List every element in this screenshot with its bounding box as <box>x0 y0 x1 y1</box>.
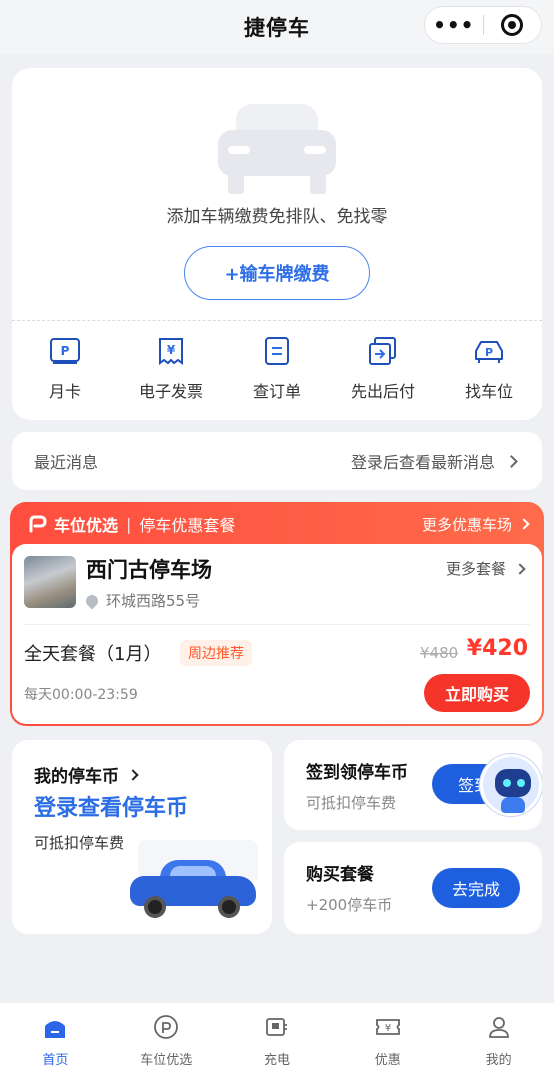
recent-messages-row[interactable]: 最近消息 登录后查看最新消息 <box>12 432 542 490</box>
vehicle-card: 添加车辆缴费免排队、免找零 +输车牌缴费 P 月卡 ¥ 电子发票 查订单 先出后… <box>12 68 542 420</box>
my-coins-title: 我的停车币 <box>34 762 139 787</box>
svg-text:¥: ¥ <box>167 343 176 357</box>
enter-plate-button[interactable]: +输车牌缴费 <box>184 246 370 300</box>
sign-in-title: 签到领停车币 <box>306 763 408 783</box>
tab-label: 首页 <box>42 1053 69 1068</box>
my-coins-card[interactable]: 我的停车币 登录查看停车币 可抵扣停车费 <box>12 740 272 934</box>
tab-charging[interactable]: 充电 <box>222 1003 333 1081</box>
close-program-button[interactable] <box>483 14 541 36</box>
more-lots-link[interactable]: 更多优惠车场 <box>421 514 530 535</box>
car-placeholder-icon <box>218 104 336 196</box>
top-bar: 捷停车 ••• <box>0 0 554 54</box>
chevron-right-icon <box>518 518 530 530</box>
location-pin-icon <box>83 592 101 609</box>
lot-address-text: 环城西路55号 <box>106 592 201 610</box>
parking-promo-card: 车位优选 | 停车优惠套餐 更多优惠车场 西门古停车场 环城西路55号 更多套餐… <box>10 502 544 726</box>
more-lots-label: 更多优惠车场 <box>421 515 512 534</box>
coins-subtitle: 可抵扣停车费 <box>34 834 125 852</box>
quick-action-exit-pay[interactable]: 先出后付 <box>330 336 436 408</box>
quick-action-label: 查订单 <box>252 382 301 401</box>
blue-car-illustration <box>130 858 258 920</box>
chevron-right-icon <box>505 454 518 468</box>
robot-mascot-icon[interactable] <box>480 754 542 816</box>
mini-program-capsule: ••• <box>424 6 542 44</box>
promo-brand: 车位优选 <box>54 516 119 535</box>
tab-label: 优惠 <box>374 1053 401 1068</box>
page-title: 捷停车 <box>244 16 310 40</box>
login-for-messages-link: 登录后查看最新消息 <box>350 453 495 472</box>
package-name: 全天套餐（1月） <box>24 644 162 665</box>
sign-in-subtitle: 可抵扣停车费 <box>306 794 397 812</box>
package-price: ¥420 <box>466 636 528 661</box>
recent-messages-label: 最近消息 <box>34 453 99 472</box>
target-icon <box>501 14 524 36</box>
promo-header: 车位优选 | 停车优惠套餐 更多优惠车场 <box>12 504 542 544</box>
quick-action-label: 先出后付 <box>350 382 415 401</box>
svg-text:P: P <box>61 344 70 358</box>
parking-card-icon: P <box>48 336 82 366</box>
parking-lot-photo <box>24 556 76 608</box>
home-icon <box>40 1013 70 1041</box>
buy-package-title: 购买套餐 <box>306 865 374 885</box>
package-hours: 每天00:00-23:59 <box>24 687 138 703</box>
buy-package-subtitle: +200停车币 <box>306 896 393 914</box>
find-spot-icon: P <box>472 336 506 366</box>
promo-subtitle: 停车优惠套餐 <box>139 516 236 535</box>
quick-action-label: 找车位 <box>464 382 513 401</box>
tab-label: 车位优选 <box>140 1053 193 1068</box>
add-vehicle-hint: 添加车辆缴费免排队、免找零 <box>166 207 388 227</box>
exit-pay-icon <box>366 336 400 366</box>
lot-name: 西门古停车场 <box>86 558 212 582</box>
chevron-right-icon <box>127 768 139 781</box>
tab-label: 我的 <box>485 1053 512 1068</box>
tab-label: 充电 <box>263 1053 290 1068</box>
quick-action-find-spot[interactable]: P 找车位 <box>436 336 542 408</box>
lot-address: 环城西路55号 <box>83 590 201 611</box>
chevron-right-icon <box>514 562 526 575</box>
coupon-icon: ¥ <box>373 1013 403 1041</box>
my-coins-label: 我的停车币 <box>34 767 119 787</box>
dashed-divider <box>12 320 542 321</box>
bottom-tab-bar: 首页 车位优选 充电 ¥ 优惠 我的 <box>0 1002 554 1081</box>
tab-home[interactable]: 首页 <box>0 1003 111 1081</box>
quick-actions: P 月卡 ¥ 电子发票 查订单 先出后付 P 找车位 <box>12 336 542 408</box>
more-options-icon[interactable]: ••• <box>425 13 483 37</box>
quick-action-invoice[interactable]: ¥ 电子发票 <box>118 336 224 408</box>
svg-text:¥: ¥ <box>385 1023 391 1034</box>
original-price: ¥480 <box>420 644 459 662</box>
promo-divider <box>24 624 530 625</box>
svg-text:P: P <box>485 346 493 359</box>
tab-parking-select[interactable]: 车位优选 <box>111 1003 222 1081</box>
quick-action-label: 月卡 <box>48 382 81 401</box>
parking-brand-icon <box>29 515 47 533</box>
more-packages-link[interactable]: 更多套餐 <box>445 558 526 579</box>
parking-spot-icon <box>151 1013 181 1041</box>
order-icon <box>260 336 294 366</box>
tab-discounts[interactable]: ¥ 优惠 <box>332 1003 443 1081</box>
tab-profile[interactable]: 我的 <box>443 1003 554 1081</box>
invoice-icon: ¥ <box>154 336 188 366</box>
nearby-recommend-badge: 周边推荐 <box>180 640 252 666</box>
go-complete-button[interactable]: 去完成 <box>432 868 520 908</box>
quick-action-orders[interactable]: 查订单 <box>224 336 330 408</box>
charging-icon <box>262 1013 292 1041</box>
buy-package-card: 购买套餐 +200停车币 去完成 <box>284 842 542 934</box>
quick-action-label: 电子发票 <box>138 382 203 401</box>
more-packages-label: 更多套餐 <box>445 560 506 578</box>
user-icon <box>484 1013 514 1041</box>
login-view-coins[interactable]: 登录查看停车币 <box>34 790 188 822</box>
buy-now-button[interactable]: 立即购买 <box>424 674 530 712</box>
quick-action-monthly-card[interactable]: P 月卡 <box>12 336 118 408</box>
sign-in-card: 签到领停车币 可抵扣停车费 签到 <box>284 740 542 830</box>
promo-body: 西门古停车场 环城西路55号 更多套餐 全天套餐（1月） 周边推荐 ¥480 ¥… <box>12 544 542 724</box>
